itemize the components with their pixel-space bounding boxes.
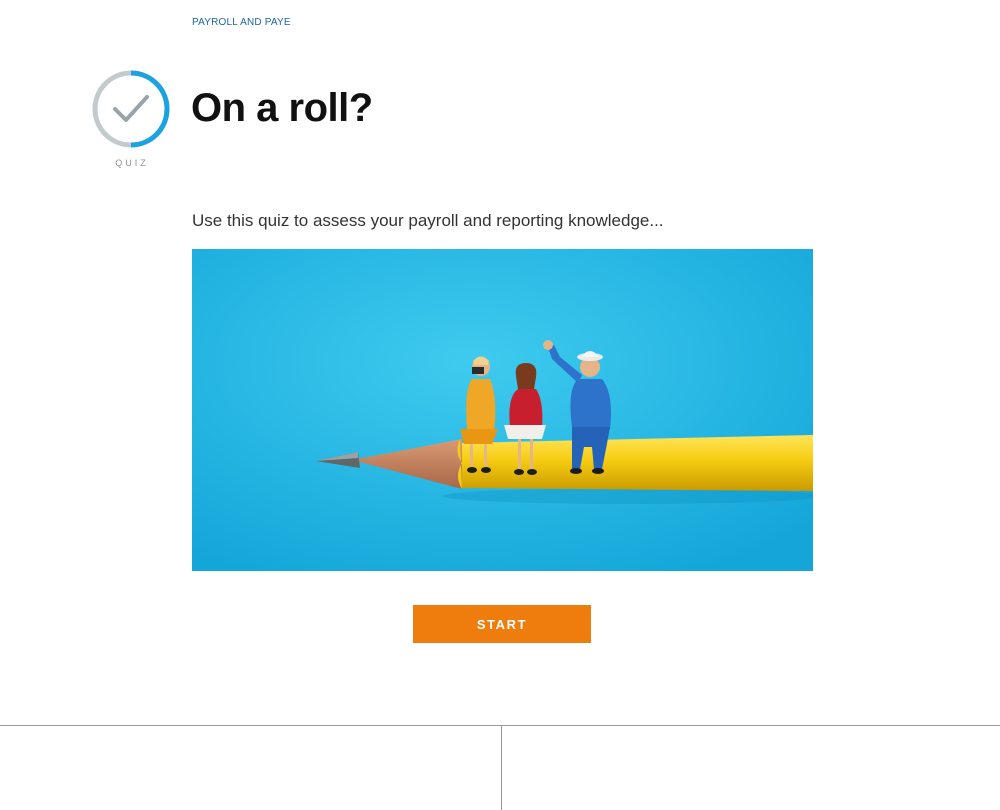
check-circle-icon [92,70,170,148]
quiz-label: QUIZ [115,158,149,168]
page-title: On a roll? [191,86,373,130]
footer-pane-right [502,726,1000,810]
intro-text: Use this quiz to assess your payroll and… [192,211,664,230]
miniature-figures-on-pencil-image [192,249,813,571]
hero-image [192,249,813,571]
footer-pane-left [0,726,501,810]
quiz-badge: QUIZ [91,69,171,179]
breadcrumb[interactable]: PAYROLL AND PAYE [192,17,291,28]
start-button[interactable]: START [413,605,591,643]
